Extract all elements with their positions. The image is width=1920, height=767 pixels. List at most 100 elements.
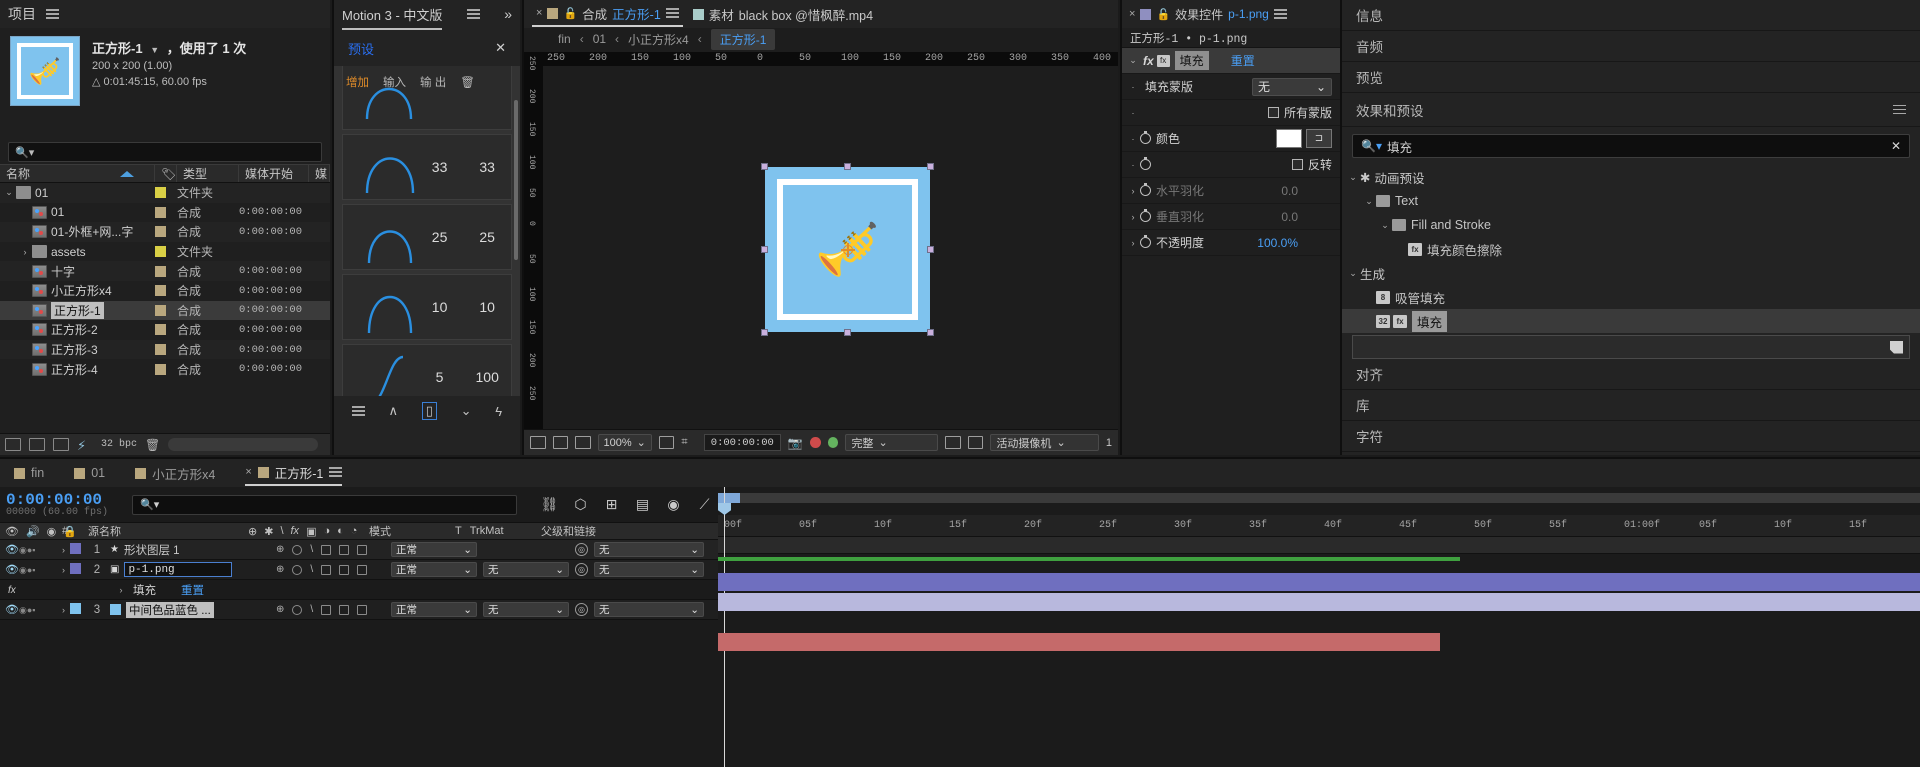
motion3-col-clear-icon[interactable]: 🗑: [460, 75, 475, 89]
sidebar-section-音频[interactable]: 音频: [1342, 31, 1920, 62]
comp-panel-menu-icon[interactable]: [665, 8, 679, 18]
frame-blending-icon[interactable]: ▤: [634, 496, 651, 513]
camera-view-select[interactable]: 活动摄像机 ⌄: [990, 434, 1099, 451]
effect-reset-link[interactable]: 重置: [181, 582, 204, 598]
new-composition-icon[interactable]: [53, 438, 69, 451]
transform-handle-bc[interactable]: [843, 329, 851, 336]
playhead[interactable]: [724, 487, 725, 767]
project-list-item[interactable]: › assets 文件夹: [0, 241, 330, 262]
column-type[interactable]: 类型: [177, 165, 239, 182]
ease-curve-icon[interactable]: ∧: [389, 403, 399, 419]
layer-trkmat-select[interactable]: [483, 542, 569, 557]
column-media-start[interactable]: 媒体开始: [239, 165, 309, 182]
eyedropper-icon[interactable]: ⊐: [1306, 129, 1332, 148]
breadcrumb-item[interactable]: 小正方形x4: [628, 31, 689, 48]
project-item-color-swatch[interactable]: [155, 187, 177, 199]
close-icon[interactable]: ✕: [495, 40, 506, 56]
timeline-search-input[interactable]: 🔍▾: [132, 494, 517, 515]
effects-tree-item[interactable]: 32 fx 填充: [1342, 309, 1920, 333]
transparency-grid-icon[interactable]: [967, 436, 984, 449]
project-item-color-swatch[interactable]: [155, 304, 177, 316]
effect-header-row[interactable]: ⌄ fx fx 填充 重置: [1122, 48, 1340, 74]
effects-tree-item[interactable]: 8 吸管填充: [1342, 285, 1920, 309]
breadcrumb-item[interactable]: 01: [593, 32, 606, 46]
timeline-menu-icon[interactable]: [329, 467, 343, 477]
layer-name-cell[interactable]: ★ 形状图层 1: [110, 542, 270, 558]
motion-blur-icon[interactable]: ◉: [665, 496, 682, 513]
column-tag[interactable]: 🏷: [155, 165, 177, 182]
project-item-color-swatch[interactable]: [155, 246, 177, 258]
lock-icon[interactable]: 🔓: [563, 7, 577, 20]
composition-canvas[interactable]: 🎺: [543, 66, 1118, 429]
column-name[interactable]: 名称: [0, 165, 155, 182]
disclosure-twisty-icon[interactable]: ⌄: [2, 187, 16, 198]
disclosure-twisty-icon[interactable]: ›: [62, 545, 70, 555]
toggle-transparency-icon[interactable]: [530, 436, 546, 449]
project-item-color-swatch[interactable]: [155, 265, 177, 277]
breadcrumb[interactable]: fin ‹ 01 ‹ 小正方形x4 ‹ 正方形-1: [524, 28, 1118, 50]
layer-switches[interactable]: ⊕ \: [270, 564, 385, 575]
project-list-item[interactable]: 正方形-3 合成 0:00:00:00: [0, 339, 330, 360]
effects-tree-item[interactable]: ⌄ ✱ 动画预设: [1342, 165, 1920, 189]
property-value[interactable]: 0.0: [1281, 184, 1298, 198]
effect-reset-link[interactable]: 重置: [1231, 52, 1255, 69]
effect-property-row[interactable]: · 填充蒙版无 ⌄: [1122, 74, 1340, 100]
close-icon[interactable]: ×: [536, 7, 542, 19]
pick-whip-icon[interactable]: ◎: [575, 563, 588, 576]
project-list-item[interactable]: 正方形-1 合成 0:00:00:00: [0, 300, 330, 321]
stopwatch-icon[interactable]: [1140, 209, 1151, 222]
comp-tab-active[interactable]: × 🔓 合成 正方形-1: [532, 1, 683, 27]
graph-editor-icon[interactable]: ⟋: [696, 496, 713, 513]
layer-blend-mode-select[interactable]: 正常 ⌄: [391, 602, 477, 617]
pick-whip-icon[interactable]: ◎: [575, 603, 588, 616]
motion3-panel-menu-icon[interactable]: [466, 9, 480, 19]
composition-mini-flowchart-icon[interactable]: ⛓: [541, 496, 559, 513]
layer-trkmat-select[interactable]: 无 ⌄: [483, 602, 569, 617]
new-folder-icon[interactable]: [29, 438, 45, 451]
project-list-item[interactable]: 01 合成 0:00:00:00: [0, 202, 330, 223]
layer-blend-mode-select[interactable]: 正常 ⌄: [391, 562, 477, 577]
timeline-graph-area[interactable]: 00f 05f 10f 15f 20f 25f 30f 35f 40f 45f 50f 55f 01:0…: [718, 487, 1920, 767]
work-area-bar[interactable]: [718, 493, 1920, 503]
layer-trkmat-select[interactable]: 无 ⌄: [483, 562, 569, 577]
transform-handle-bl[interactable]: [761, 329, 768, 336]
timeline-tabbar[interactable]: fin 01 小正方形x4 × 正方形-1: [0, 459, 1920, 487]
sidebar-section-库[interactable]: 库: [1342, 390, 1920, 421]
transform-handle-mr[interactable]: [927, 245, 934, 253]
effect-property-row[interactable]: · 所有蒙版: [1122, 100, 1340, 126]
layer-switches[interactable]: ⊕ \: [270, 544, 385, 555]
motion3-preset-label[interactable]: 预设: [348, 39, 374, 58]
toggle-3dview-icon[interactable]: [575, 436, 591, 449]
sidebar-section-信息[interactable]: 信息: [1342, 0, 1920, 31]
parent-select[interactable]: 无 ⌄: [594, 602, 704, 617]
project-item-color-swatch[interactable]: [155, 226, 177, 238]
column-parent-link[interactable]: 父级和链接: [535, 523, 710, 539]
project-list-item[interactable]: 十字 合成 0:00:00:00: [0, 261, 330, 281]
motion-preset-card[interactable]: 25 25: [342, 204, 512, 270]
parent-select[interactable]: 无 ⌄: [594, 542, 704, 557]
draft-3d-icon[interactable]: ⬡: [572, 496, 589, 513]
transform-handle-ml[interactable]: [761, 245, 768, 253]
chevron-down-icon[interactable]: ⌄: [461, 403, 472, 419]
sidebar-section-预览[interactable]: 预览: [1342, 62, 1920, 93]
project-list-item[interactable]: 正方形-2 合成 0:00:00:00: [0, 320, 330, 340]
layer-bar-3[interactable]: [718, 633, 1440, 651]
effects-and-presets-title[interactable]: 效果和预设: [1356, 100, 1424, 120]
column-source-name[interactable]: 源名称: [88, 523, 248, 539]
project-item-color-swatch[interactable]: [155, 285, 177, 297]
effects-tree-item[interactable]: fx 填充颜色擦除: [1342, 237, 1920, 261]
effects-search-input[interactable]: 🔍▾ 填充 ✕: [1352, 134, 1910, 158]
close-icon[interactable]: ×: [245, 466, 251, 478]
anchor-point-icon[interactable]: [840, 242, 855, 257]
layer-switches[interactable]: ⊕ \: [270, 604, 385, 615]
stopwatch-icon[interactable]: [1140, 157, 1151, 170]
layer-blend-mode-select[interactable]: 正常 ⌄: [391, 542, 477, 557]
disclosure-twisty-icon[interactable]: ⌄: [1378, 220, 1392, 231]
disclosure-twisty-icon[interactable]: ⌄: [1346, 268, 1360, 279]
clear-search-icon[interactable]: ✕: [1891, 139, 1901, 153]
transform-handle-tr[interactable]: [927, 163, 934, 170]
column-trkmat[interactable]: T TrkMat: [449, 523, 535, 539]
region-icon[interactable]: [945, 436, 961, 449]
expand-panels-icon[interactable]: »: [504, 6, 512, 22]
toggle-mask-icon[interactable]: [552, 436, 568, 449]
